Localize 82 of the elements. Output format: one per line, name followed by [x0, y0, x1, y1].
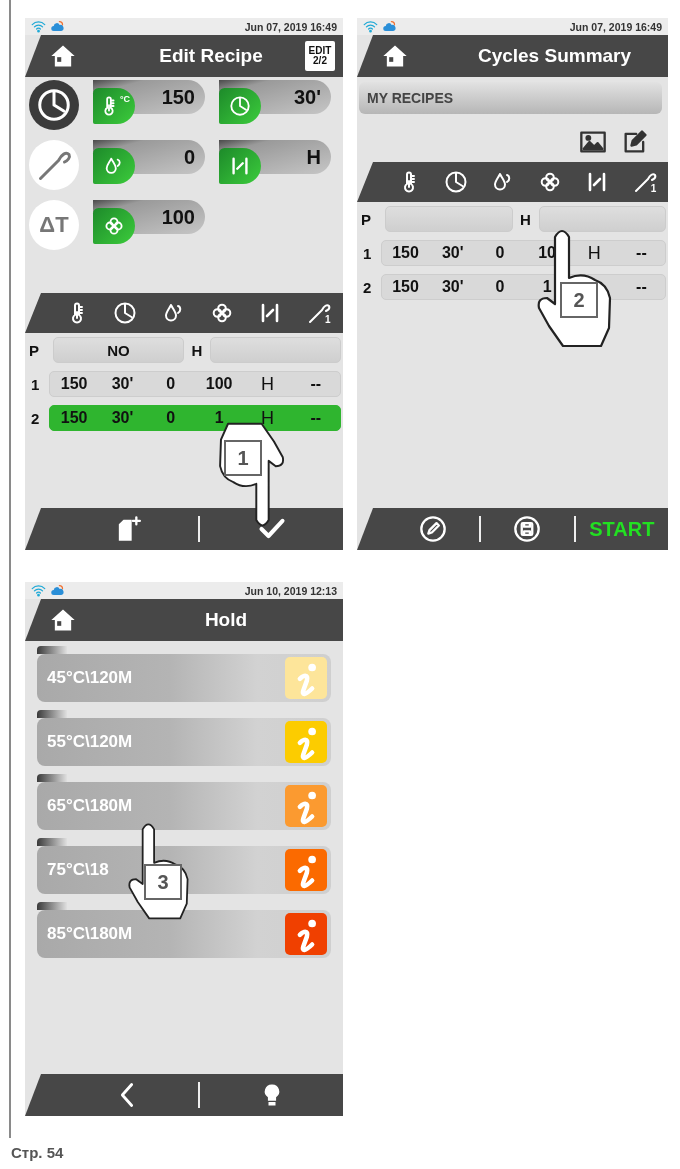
step-number: 3	[144, 864, 182, 900]
row-label: H	[519, 210, 532, 228]
wifi-icon	[31, 583, 46, 598]
parameter-value: H	[306, 145, 321, 170]
table-cell: 30'	[441, 244, 464, 262]
cycle-row[interactable]: 150 30' 0 1 H --	[49, 405, 341, 431]
wifi-icon	[363, 19, 378, 34]
screen-title: Cycles Summary	[476, 45, 633, 67]
row-label: P	[361, 210, 372, 228]
screen-title: Hold	[203, 609, 249, 631]
cycle-row[interactable]: 150 30' 0 100 H --	[49, 371, 341, 397]
table-cell: --	[636, 278, 647, 296]
table-cell: 0	[495, 244, 505, 262]
table-cell: 0	[166, 409, 176, 427]
parameter-value: 150	[161, 85, 195, 110]
table-cell: --	[636, 244, 647, 262]
table-cell: 1	[214, 409, 224, 427]
table-cell: 0	[495, 278, 505, 296]
parameter-value: 100	[161, 205, 195, 230]
table-cell: H	[261, 373, 274, 395]
table-cell: 30'	[111, 375, 134, 393]
cloud-icon	[382, 19, 397, 34]
row-label: 1	[363, 244, 373, 262]
table-cell: 0	[166, 375, 176, 393]
hold-field[interactable]	[210, 337, 341, 363]
mode-button[interactable]	[29, 80, 79, 130]
edit-page-button[interactable]: EDIT 2/2	[305, 41, 335, 71]
status-time: Jun 07, 2019 16:49	[244, 20, 337, 33]
row-label: 2	[31, 409, 41, 427]
cloud-icon	[50, 19, 65, 34]
row-label: H	[190, 341, 204, 359]
clock-icon	[229, 95, 251, 117]
info-icon[interactable]	[285, 913, 327, 955]
info-icon[interactable]	[285, 849, 327, 891]
program-field[interactable]: NO	[53, 337, 184, 363]
table-cell: 30'	[441, 278, 464, 296]
program-label: 65°C\180M	[47, 796, 133, 816]
clock-icon	[443, 170, 468, 194]
page-number: Стр. 54	[10, 1143, 65, 1161]
status-time: Jun 10, 2019 12:13	[244, 584, 337, 597]
clock-icon	[113, 301, 138, 325]
step-number: 2	[560, 282, 598, 318]
screen-title: Edit Recipe	[158, 45, 264, 67]
vent-icon	[229, 155, 251, 177]
row-label: 1	[31, 375, 41, 393]
table-cell: 100	[205, 375, 233, 393]
my-recipes-button[interactable]: MY RECIPES	[359, 82, 662, 114]
table-cell: --	[310, 375, 322, 393]
table-cell: H	[587, 242, 601, 264]
parameter-value: 30'	[294, 85, 321, 110]
start-button[interactable]: START	[589, 517, 655, 541]
row-label: P	[29, 341, 40, 359]
program-label: 45°C\120M	[47, 668, 133, 688]
table-cell: 1	[542, 278, 552, 296]
table-cell: --	[310, 409, 322, 427]
program-label: 85°C\180M	[47, 924, 133, 944]
hold-field[interactable]	[538, 206, 666, 232]
edit-icon[interactable]	[419, 515, 448, 543]
unit-label: °C	[119, 94, 131, 104]
row-label: 2	[363, 278, 373, 296]
cloud-icon	[50, 583, 65, 598]
program-label: 75°C\18	[47, 860, 109, 880]
save-icon[interactable]	[513, 515, 542, 543]
parameter-value: 0	[183, 145, 195, 170]
probe-icon	[307, 301, 332, 325]
probe-number: 1	[650, 183, 657, 194]
step-number: 1	[224, 440, 262, 476]
table-cell: 150	[392, 278, 419, 296]
table-cell: 150	[60, 409, 88, 427]
table-cell: H	[261, 407, 274, 429]
wifi-icon	[31, 19, 46, 34]
clock-icon	[36, 87, 72, 123]
table-cell: 30'	[111, 409, 134, 427]
mode-button[interactable]: ΔT	[29, 200, 79, 250]
table-cell: 150	[392, 244, 419, 262]
table-cell: 150	[60, 375, 88, 393]
status-time: Jun 07, 2019 16:49	[569, 20, 662, 33]
probe-number: 1	[325, 314, 331, 325]
program-field[interactable]	[385, 206, 513, 232]
fan-icon	[103, 215, 125, 237]
program-label: 55°C\120M	[47, 732, 133, 752]
probe-icon	[632, 170, 657, 194]
